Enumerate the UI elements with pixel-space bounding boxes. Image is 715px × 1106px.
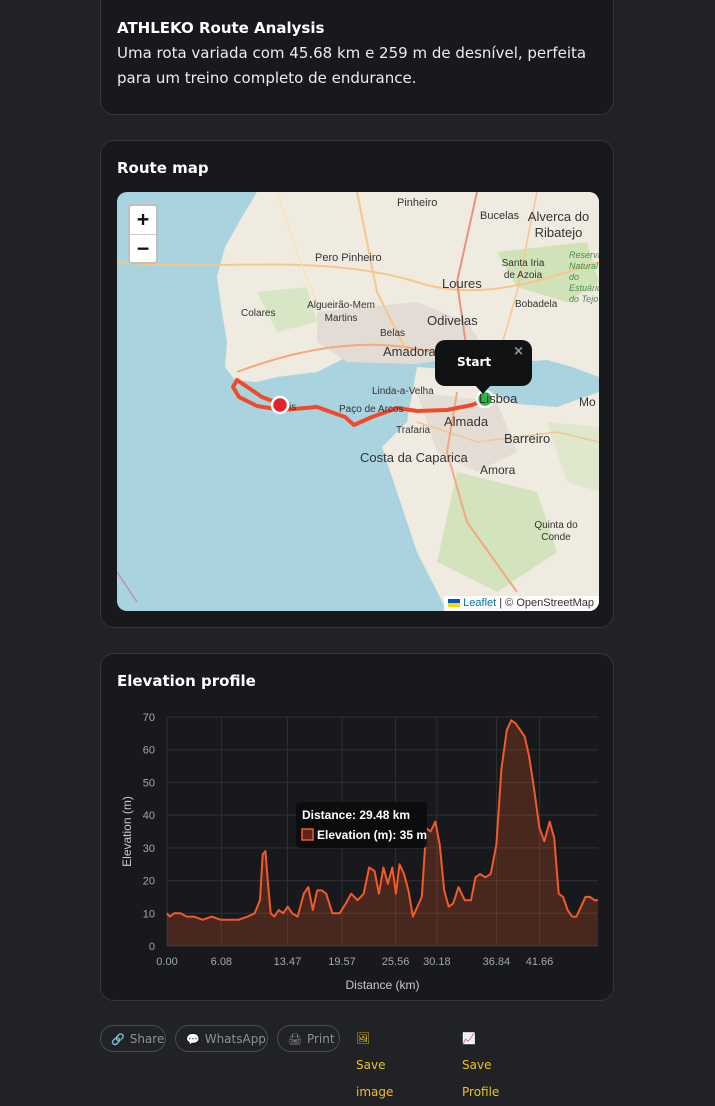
place-label: Belas	[380, 328, 406, 339]
y-tick-label: 40	[143, 810, 155, 822]
elevation-chart[interactable]: 0 10 20 30 40 50 60 70 0.00 6.08 13.47 19.57 25.56 30…	[101, 694, 613, 994]
place-label: Barreiro	[504, 431, 551, 446]
attribution-text: | © OpenStreetMap	[499, 597, 594, 609]
intro-title: ATHLEKO Route Analysis	[117, 19, 325, 37]
popup-text: Start	[457, 355, 492, 369]
map-card: Route map Pinheiro Bucelas Alverca do Ri…	[100, 140, 614, 628]
place-label: Mo	[579, 395, 596, 409]
elevation-card: Elevation profile 0 10 20 30 40 50 60 70 0.00 6.0…	[100, 653, 614, 1001]
printer-icon: 🖨	[288, 1033, 302, 1046]
y-tick-label: 10	[143, 908, 155, 920]
place-label: Pinheiro	[397, 197, 438, 209]
x-tick-label: 36.84	[483, 956, 511, 968]
share-button[interactable]: 🔗 Share	[100, 1025, 166, 1052]
y-tick-label: 50	[143, 777, 155, 789]
place-label: Pero Pinheiro	[315, 252, 382, 264]
chart-icon: 📈	[462, 1032, 476, 1045]
ukraine-flag-icon	[448, 599, 461, 608]
tooltip-swatch	[301, 828, 314, 841]
x-tick-label: 30.18	[423, 956, 451, 968]
place-label: Costa da Caparica	[360, 450, 468, 465]
place-label: Bobadela	[515, 299, 558, 310]
place-label: Paço de Arcos	[339, 404, 404, 415]
zoom-control: + −	[128, 204, 158, 264]
y-tick-label: 20	[143, 876, 155, 888]
print-label: Print	[306, 1032, 335, 1046]
chat-icon: 💬	[186, 1033, 200, 1046]
y-axis-title: Elevation (m)	[120, 796, 134, 867]
leaflet-link[interactable]: Leaflet	[463, 597, 496, 609]
zoom-out-button[interactable]: −	[130, 235, 156, 263]
y-tick-label: 30	[143, 843, 155, 855]
x-tick-label: 19.57	[328, 956, 356, 968]
place-label: Santa Iria de Azoia	[501, 258, 545, 281]
place-label: Bucelas	[480, 210, 520, 222]
place-label: Odivelas	[427, 313, 478, 328]
place-label: Algueirão-Mem Martins	[307, 300, 375, 324]
image-icon: 🖼	[356, 1032, 370, 1045]
place-label: Colares	[241, 308, 276, 319]
place-label: Reserva Natural do Estuário do Tejo	[569, 250, 599, 304]
place-label: Loures	[442, 276, 482, 291]
print-button[interactable]: 🖨 Print	[277, 1025, 340, 1052]
whatsapp-button[interactable]: 💬 WhatsApp	[175, 1025, 268, 1052]
save-image-label: Save image	[356, 1058, 394, 1099]
place-label: Quinta do Conde	[534, 520, 578, 543]
x-tick-label: 6.08	[211, 956, 232, 968]
popup-tip	[475, 385, 491, 394]
map-attribution: Leaflet | © OpenStreetMap	[444, 596, 599, 611]
save-profile-label: Save Profile	[462, 1058, 500, 1099]
share-label: Share	[129, 1032, 165, 1046]
elevation-card-title: Elevation profile	[117, 672, 256, 690]
start-popup: Start ×	[435, 340, 532, 394]
save-image-button[interactable]: 🖼 Save image	[356, 1025, 393, 1099]
map-card-title: Route map	[117, 159, 209, 177]
place-label: Almada	[444, 414, 489, 429]
link-icon: 🔗	[111, 1033, 125, 1046]
x-tick-label: 41.66	[526, 956, 554, 968]
tooltip-value: Elevation (m): 35 m	[317, 828, 427, 842]
x-tick-label: 13.47	[274, 956, 302, 968]
x-axis-title: Distance (km)	[345, 978, 419, 992]
x-tick-label: 0.00	[156, 956, 177, 968]
whatsapp-label: WhatsApp	[204, 1032, 266, 1046]
zoom-in-button[interactable]: +	[130, 206, 156, 235]
save-profile-button[interactable]: 📈 Save Profile	[462, 1025, 499, 1099]
place-label: Amadora	[383, 344, 436, 359]
popup-close-button[interactable]: ×	[513, 344, 524, 359]
place-label: Alverca do Ribatejo	[527, 209, 590, 240]
intro-description: Uma rota variada com 45.68 km e 259 m de…	[117, 44, 587, 87]
tooltip-title: Distance: 29.48 km	[302, 808, 410, 822]
intro-card: ATHLEKO Route Analysis Uma rota variada …	[100, 0, 614, 115]
y-tick-label: 60	[143, 745, 155, 757]
place-label: Amora	[480, 463, 516, 477]
place-label: Linda-a-Velha	[372, 386, 434, 397]
place-label: is	[289, 402, 297, 413]
place-label: Trafaria	[396, 425, 431, 436]
y-tick-label: 70	[143, 712, 155, 724]
route-map[interactable]: Pinheiro Bucelas Alverca do Ribatejo Per…	[117, 192, 599, 611]
y-tick-label: 0	[149, 941, 155, 953]
x-tick-label: 25.56	[382, 956, 410, 968]
